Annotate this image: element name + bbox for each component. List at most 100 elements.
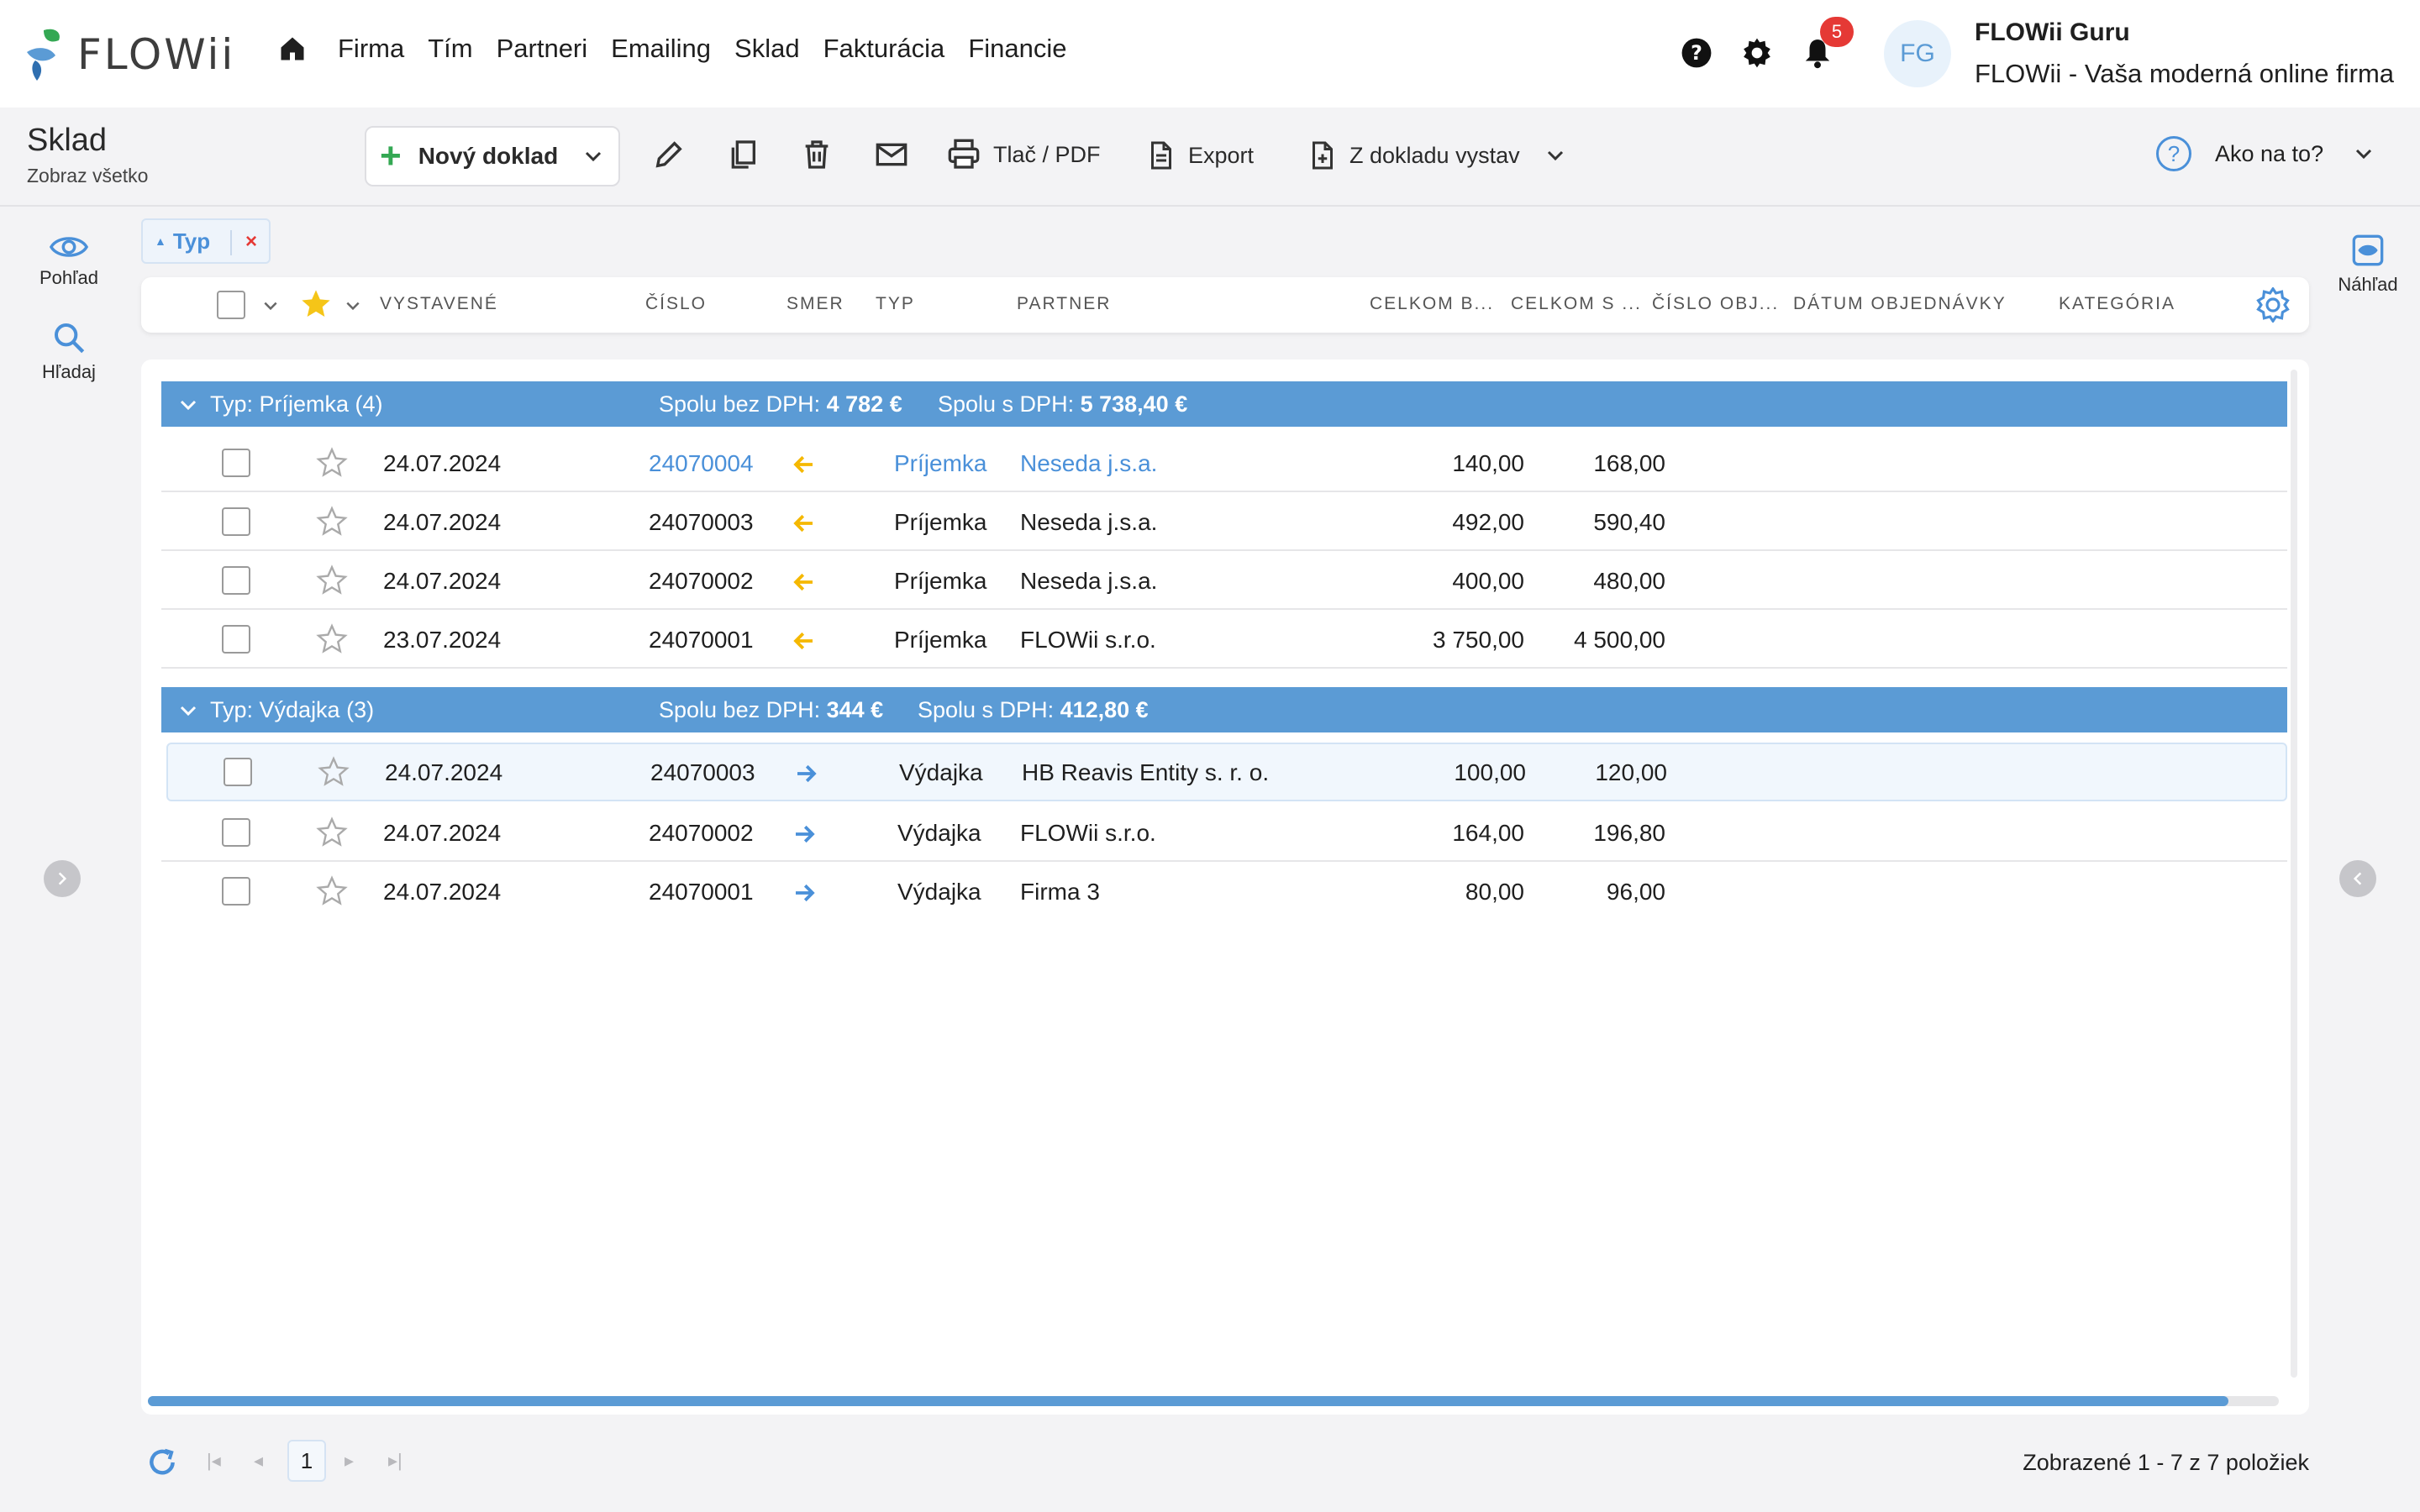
vertical-scrollbar[interactable] (2291, 370, 2297, 1378)
nav-sklad[interactable]: Sklad (734, 34, 800, 64)
page-subtitle[interactable]: Zobraz všetko (27, 165, 148, 187)
horizontal-scroll-thumb[interactable] (148, 1396, 2228, 1406)
col-celkom-bez[interactable]: CELKOM B... (1370, 294, 1494, 314)
row-checkbox[interactable] (222, 507, 250, 536)
table-row[interactable]: 24.07.2024 24070004 Príjemka Neseda j.s.… (161, 433, 2287, 492)
group-header-vydajka[interactable]: Typ: Výdajka (3) Spolu bez DPH: 344 € Sp… (161, 687, 2287, 732)
col-datum-objednavky[interactable]: DÁTUM OBJEDNÁVKY (1793, 294, 2007, 314)
chevron-down-icon[interactable] (1545, 145, 1565, 165)
copy-button[interactable] (726, 138, 771, 171)
next-page-icon[interactable]: ▸ (345, 1450, 354, 1472)
edit-button[interactable] (652, 138, 697, 171)
table-row[interactable]: 23.07.2024 24070001 Príjemka FLOWii s.r.… (161, 610, 2287, 669)
chevron-down-icon[interactable] (262, 297, 279, 314)
new-document-label: Nový doklad (418, 143, 559, 169)
col-typ[interactable]: TYP (876, 294, 915, 314)
cell-total-with-vat: 168,00 (1593, 450, 1665, 476)
star-outline-icon[interactable] (316, 623, 348, 655)
group-header-prijemka[interactable]: Typ: Príjemka (4) Spolu bez DPH: 4 782 €… (161, 381, 2287, 427)
cell-type: Príjemka (894, 509, 987, 535)
nav-emailing[interactable]: Emailing (611, 34, 711, 64)
preview-icon (2352, 234, 2384, 266)
star-outline-icon[interactable] (316, 564, 348, 596)
table-row[interactable]: 24.07.2024 24070003 Príjemka Neseda j.s.… (161, 492, 2287, 551)
preview-button[interactable]: Náhľad (2326, 234, 2410, 296)
row-checkbox[interactable] (222, 625, 250, 654)
cell-type-link[interactable]: Príjemka (894, 450, 986, 477)
table-row-selected[interactable]: 24.07.2024 24070003 Výdajka HB Reavis En… (166, 743, 2287, 801)
cell-type: Výdajka (899, 759, 983, 785)
star-outline-icon[interactable] (316, 875, 348, 907)
remove-filter-icon[interactable]: × (245, 230, 257, 254)
arrow-right-icon (796, 884, 815, 902)
how-to-button[interactable]: ? Ako na to? (2156, 136, 2374, 171)
mail-icon (876, 143, 908, 166)
chevron-down-icon[interactable] (2354, 144, 2374, 164)
col-vystavene[interactable]: VYSTAVENÉ (380, 294, 498, 314)
col-cislo[interactable]: ČÍSLO (645, 294, 707, 314)
cell-number-link[interactable]: 24070004 (649, 450, 754, 477)
star-outline-icon[interactable] (316, 506, 348, 538)
select-all-checkbox[interactable] (217, 291, 245, 319)
star-outline-icon[interactable] (318, 756, 350, 788)
avatar[interactable]: FG (1884, 20, 1951, 87)
column-settings-gear-icon[interactable] (2255, 287, 2291, 323)
col-celkom-s[interactable]: CELKOM S ... (1511, 294, 1642, 314)
print-pdf-button[interactable]: Tlač / PDF (946, 138, 1101, 171)
col-kategoria[interactable]: KATEGÓRIA (2059, 294, 2175, 314)
star-outline-icon[interactable] (316, 447, 348, 479)
export-button[interactable]: Export (1146, 138, 1254, 173)
nav-firma[interactable]: Firma (338, 34, 404, 64)
row-checkbox[interactable] (222, 877, 250, 906)
chevron-down-icon[interactable] (345, 297, 361, 314)
refresh-icon[interactable] (146, 1446, 178, 1478)
chevron-down-icon[interactable] (178, 701, 198, 721)
expand-right-arrow[interactable] (2339, 860, 2376, 897)
chevron-down-icon[interactable] (178, 395, 198, 415)
nav-tim[interactable]: Tím (428, 34, 472, 64)
delete-button[interactable] (800, 138, 845, 171)
from-document-button[interactable]: Z dokladu vystav (1307, 138, 1577, 173)
table-row[interactable]: 24.07.2024 24070002 Výdajka FLOWii s.r.o… (161, 803, 2287, 862)
email-button[interactable] (874, 138, 921, 171)
nav-financie[interactable]: Financie (968, 34, 1066, 64)
cell-partner-link[interactable]: Neseda j.s.a. (1020, 450, 1157, 477)
toolbar: Sklad Zobraz všetko + Nový doklad Tlač /… (0, 108, 2420, 207)
row-checkbox[interactable] (222, 449, 250, 477)
settings-gear-icon[interactable] (1741, 37, 1773, 69)
help-icon[interactable]: ? (1681, 37, 1712, 69)
current-page[interactable]: 1 (287, 1440, 326, 1482)
row-checkbox[interactable] (224, 758, 252, 786)
eye-icon (50, 237, 88, 257)
horizontal-scrollbar[interactable] (148, 1396, 2279, 1406)
last-page-icon[interactable]: ▸| (388, 1450, 402, 1472)
first-page-icon[interactable]: |◂ (207, 1450, 221, 1472)
table-row[interactable]: 24.07.2024 24070001 Výdajka Firma 3 80,0… (161, 862, 2287, 921)
cell-number: 24070003 (650, 759, 755, 785)
search-button[interactable]: Hľadaj (27, 321, 111, 383)
view-button[interactable]: Pohľad (27, 234, 111, 289)
chevron-down-icon[interactable] (583, 146, 603, 166)
table-row[interactable]: 24.07.2024 24070002 Príjemka Neseda j.s.… (161, 551, 2287, 610)
group-filter-chip[interactable]: ▲ Typ × (141, 218, 271, 264)
star-filled-icon[interactable] (299, 287, 333, 321)
group-sum-with-vat: Spolu s DPH: 412,80 € (918, 697, 1149, 722)
star-outline-icon[interactable] (316, 816, 348, 848)
svg-text:?: ? (1691, 41, 1702, 65)
nav-partneri[interactable]: Partneri (497, 34, 588, 64)
new-document-button[interactable]: + Nový doklad (365, 126, 620, 186)
col-partner[interactable]: PARTNER (1017, 294, 1111, 314)
row-checkbox[interactable] (222, 566, 250, 595)
expand-left-arrow[interactable] (44, 860, 81, 897)
nav-fakturacia[interactable]: Fakturácia (823, 34, 945, 64)
row-checkbox[interactable] (222, 818, 250, 847)
user-name[interactable]: FLOWii Guru (1975, 18, 2130, 47)
home-icon[interactable] (277, 34, 308, 64)
cell-partner: Neseda j.s.a. (1020, 568, 1158, 594)
flowii-logo[interactable]: FLOWii (25, 25, 235, 84)
export-label: Export (1188, 142, 1255, 168)
col-cislo-obj[interactable]: ČÍSLO OBJ... (1652, 294, 1779, 314)
cell-total-without-vat: 492,00 (1452, 509, 1524, 535)
prev-page-icon[interactable]: ◂ (254, 1450, 263, 1472)
col-smer[interactable]: SMER (786, 294, 844, 314)
